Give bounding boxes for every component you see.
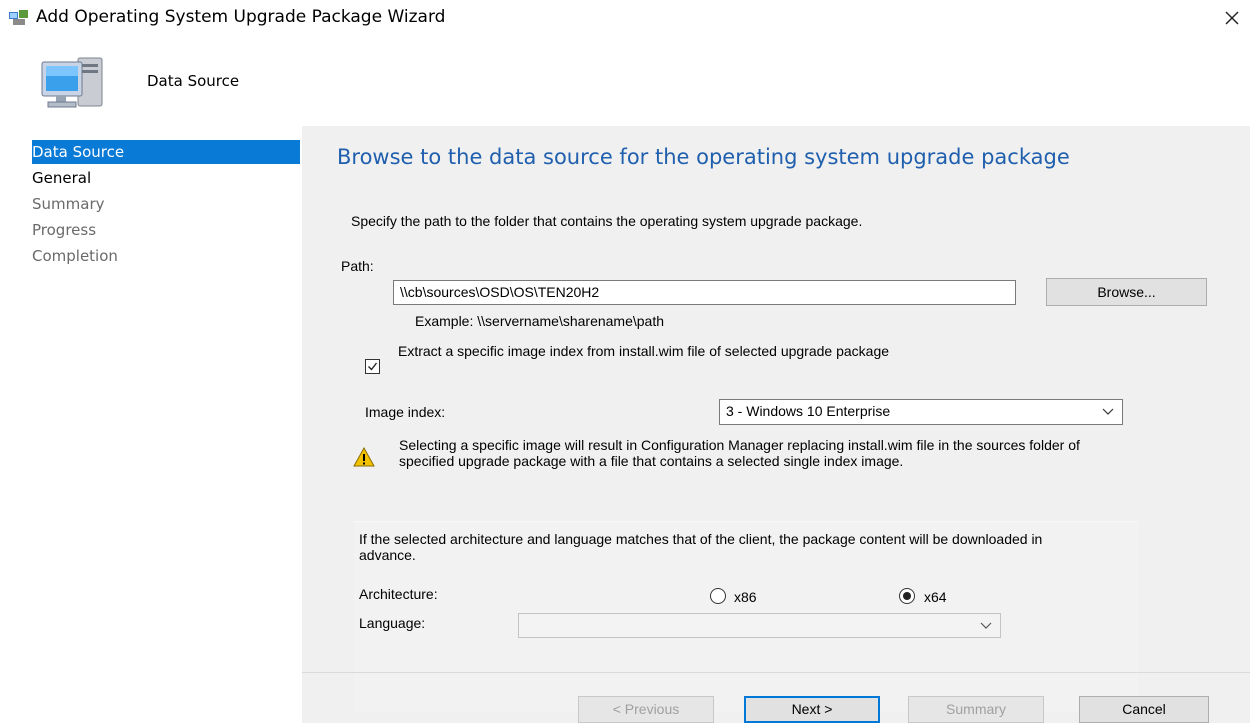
path-input[interactable]: \\cb\sources\OSD\OS\TEN20H2 — [393, 280, 1016, 305]
sidebar-item-label: Progress — [32, 221, 97, 239]
sidebar-item-data-source[interactable]: Data Source — [32, 140, 300, 164]
summary-button[interactable]: Summary — [908, 696, 1044, 723]
warning-icon — [353, 447, 375, 467]
browse-button[interactable]: Browse... — [1046, 278, 1207, 306]
footer-divider — [302, 672, 1250, 673]
main-panel: Browse to the data source for the operat… — [302, 126, 1250, 723]
sidebar-item-progress[interactable]: Progress — [32, 218, 300, 242]
image-index-select[interactable]: 3 - Windows 10 Enterprise — [719, 399, 1123, 425]
extract-image-checkbox[interactable] — [365, 359, 380, 374]
arch-x86-label: x86 — [734, 589, 757, 605]
radio-selected-dot — [903, 592, 911, 600]
path-example-text: Example: \\servername\sharename\path — [415, 313, 665, 329]
cancel-button[interactable]: Cancel — [1079, 696, 1209, 723]
warning-message: Selecting a specific image will result i… — [399, 437, 1080, 469]
arch-x64-radio[interactable] — [899, 588, 915, 604]
page-description: Specify the path to the folder that cont… — [351, 213, 863, 229]
extract-image-label: Extract a specific image index from inst… — [398, 343, 890, 359]
wizard-header: Data Source — [0, 40, 1250, 132]
arch-x64-label: x64 — [924, 589, 947, 605]
checkmark-icon — [368, 362, 378, 371]
computer-icon — [41, 57, 103, 108]
language-label: Language: — [359, 615, 426, 631]
sidebar-item-label: General — [32, 169, 92, 187]
wizard-app-icon — [9, 10, 28, 25]
previous-button[interactable]: < Previous — [578, 696, 714, 723]
window-title: Add Operating System Upgrade Package Wiz… — [36, 7, 446, 27]
header-title: Data Source — [147, 72, 240, 90]
sidebar-item-label: Data Source — [32, 143, 125, 161]
close-icon[interactable] — [1222, 8, 1242, 28]
info-message: If the selected architecture and languag… — [359, 531, 1043, 563]
architecture-label: Architecture: — [359, 586, 438, 602]
page-title: Browse to the data source for the operat… — [337, 145, 1070, 169]
language-select[interactable] — [518, 613, 1001, 638]
sidebar-item-completion[interactable]: Completion — [32, 244, 300, 268]
chevron-down-icon — [1102, 408, 1114, 415]
wizard-steps-sidebar: Data Source General Summary Progress Com… — [0, 132, 302, 723]
image-index-value: 3 - Windows 10 Enterprise — [726, 403, 891, 419]
chevron-down-icon — [980, 622, 992, 629]
path-label: Path: — [341, 258, 374, 274]
sidebar-item-general[interactable]: General — [32, 166, 300, 190]
sidebar-item-label: Completion — [32, 247, 118, 265]
next-button[interactable]: Next > — [744, 696, 880, 723]
sidebar-item-summary[interactable]: Summary — [32, 192, 300, 216]
arch-x86-radio[interactable] — [710, 588, 726, 604]
image-index-label: Image index: — [365, 404, 446, 420]
title-bar: Add Operating System Upgrade Package Wiz… — [0, 0, 1250, 40]
path-value: \\cb\sources\OSD\OS\TEN20H2 — [400, 284, 600, 300]
sidebar-item-label: Summary — [32, 195, 105, 213]
